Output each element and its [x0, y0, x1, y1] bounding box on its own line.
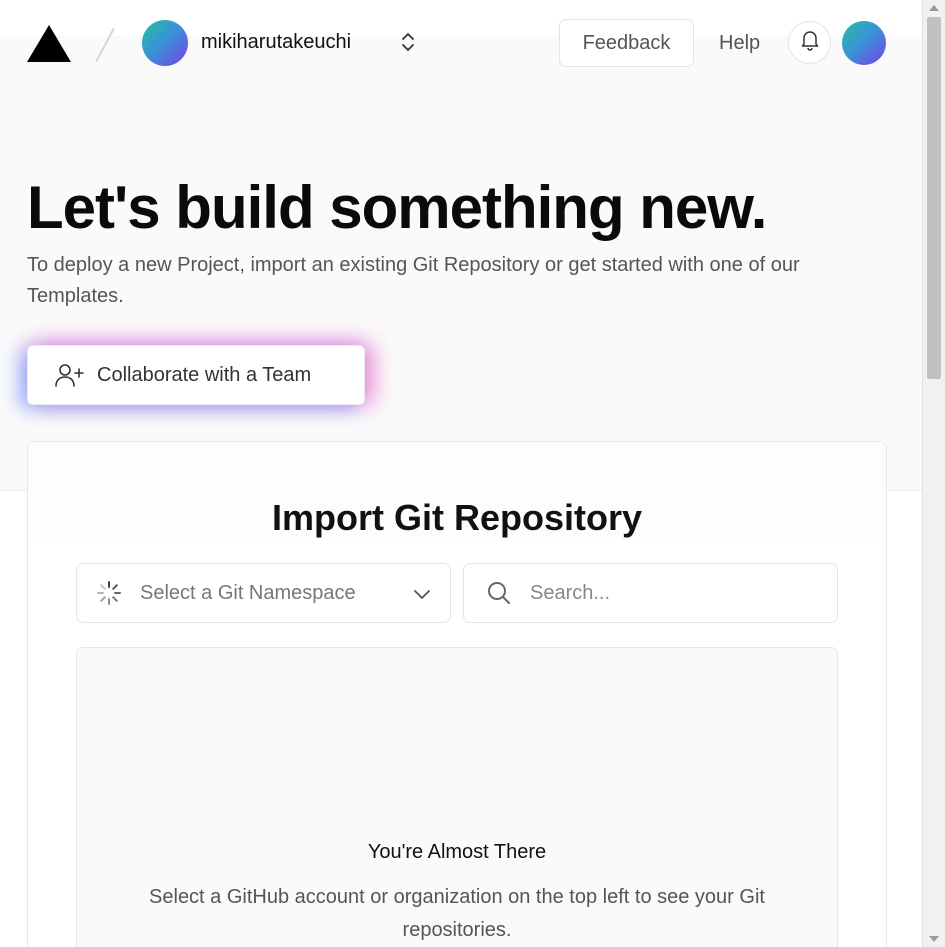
vertical-scrollbar[interactable]: [922, 0, 945, 947]
search-input[interactable]: [530, 581, 810, 605]
user-avatar[interactable]: [142, 20, 188, 66]
scrollbar-thumb[interactable]: [927, 17, 941, 379]
scope-username[interactable]: mikiharutakeuchi: [201, 31, 351, 54]
account-avatar[interactable]: [842, 21, 886, 65]
loading-spinner-icon: [96, 580, 122, 606]
help-link[interactable]: Help: [719, 32, 760, 55]
top-nav: mikiharutakeuchi Feedback Help: [0, 0, 922, 90]
git-namespace-placeholder: Select a Git Namespace: [140, 581, 356, 604]
page-title: Let's build something new.: [27, 174, 767, 241]
repository-search[interactable]: [463, 563, 838, 623]
user-plus-icon: [53, 361, 85, 389]
chevron-up-down-icon[interactable]: [398, 30, 418, 54]
bell-icon: [800, 29, 820, 56]
collaborate-team-button[interactable]: Collaborate with a Team: [27, 345, 365, 405]
triangle-logo-icon[interactable]: [27, 25, 71, 62]
breadcrumb-divider: [95, 27, 115, 63]
collaborate-team-label: Collaborate with a Team: [97, 363, 312, 386]
scroll-up-arrow-icon[interactable]: [929, 5, 939, 11]
import-repository-card: Import Git Repository Select a Git Names…: [27, 441, 887, 947]
search-icon: [486, 580, 512, 606]
empty-state-title: You're Almost There: [367, 841, 547, 863]
scroll-down-arrow-icon[interactable]: [929, 936, 939, 942]
chevron-down-icon: [412, 584, 432, 604]
page: mikiharutakeuchi Feedback Help Let's bui…: [0, 0, 922, 947]
repository-list-empty-state: You're Almost There Select a GitHub acco…: [76, 647, 838, 947]
empty-state-description: Select a GitHub account or organization …: [149, 886, 765, 941]
git-namespace-select[interactable]: Select a Git Namespace: [76, 563, 451, 623]
notifications-button[interactable]: [788, 21, 831, 64]
import-title: Import Git Repository: [271, 497, 643, 538]
feedback-button[interactable]: Feedback: [559, 19, 694, 67]
page-subtitle: To deploy a new Project, import an exist…: [27, 254, 800, 307]
